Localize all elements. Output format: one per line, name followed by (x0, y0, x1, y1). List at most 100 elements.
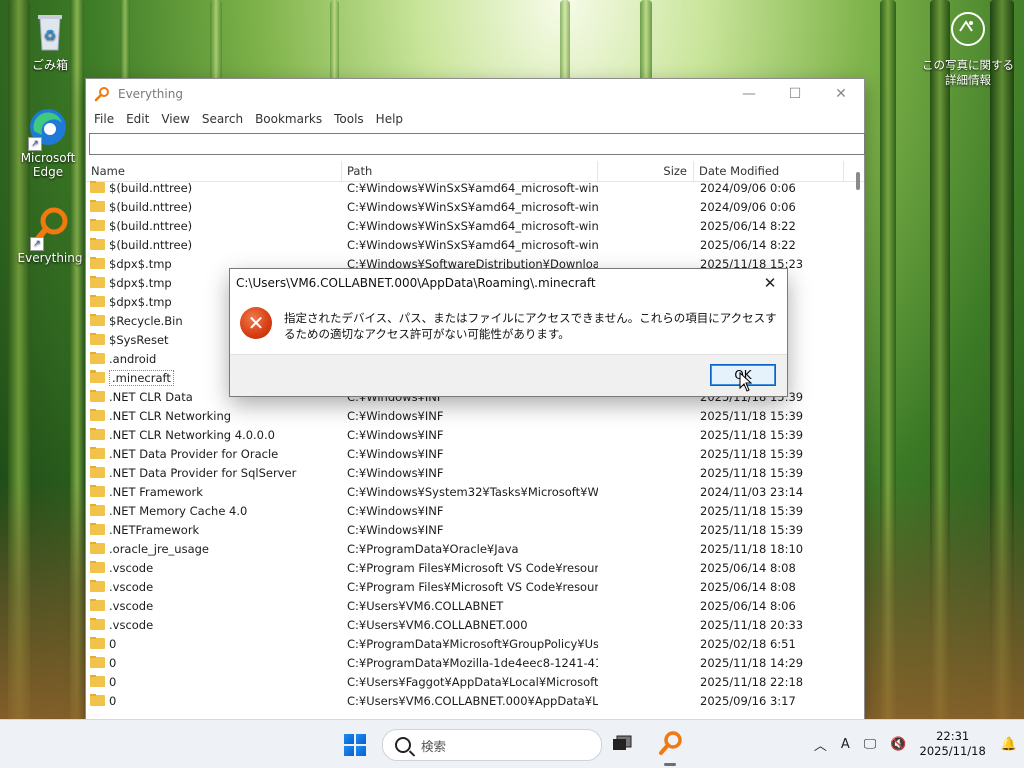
table-row[interactable]: 0 C:¥ProgramData¥Mozilla-1de4eec8-1241-41… (86, 653, 846, 672)
row-date: 2025/06/14 8:08 (700, 579, 796, 594)
folder-icon (90, 465, 105, 478)
close-button[interactable]: ✕ (818, 79, 864, 109)
folder-icon (90, 389, 105, 402)
clock[interactable]: 22:31 2025/11/18 (920, 729, 986, 759)
desktop-icon-edge[interactable]: ↗ Microsoft Edge (10, 105, 86, 179)
start-button[interactable] (344, 734, 366, 756)
menu-search[interactable]: Search (196, 112, 249, 126)
row-name: .NET CLR Data (109, 389, 193, 404)
row-name: .NET Framework (109, 484, 203, 499)
taskbar-search[interactable]: 検索 (382, 729, 602, 761)
dialog-footer: OK (230, 354, 787, 396)
folder-icon (90, 294, 105, 307)
table-row[interactable]: .NET Framework C:¥Windows¥System32¥Tasks¥… (86, 482, 846, 501)
table-row[interactable]: .oracle_jre_usage C:¥ProgramData¥Oracle¥J… (86, 539, 846, 558)
folder-icon (90, 541, 105, 554)
dialog-close-button[interactable]: ✕ (753, 274, 787, 292)
row-date: 2025/11/18 18:10 (700, 541, 804, 556)
desktop-icon-recycle-bin[interactable]: ♻ ごみ箱 (12, 10, 88, 73)
row-date: 2025/09/16 3:17 (700, 693, 796, 708)
folder-icon (90, 408, 105, 421)
row-path: C:¥Users¥VM6.COLLABNET.000 (347, 617, 528, 632)
table-row[interactable]: .NET Memory Cache 4.0 C:¥Windows¥INF 2025/… (86, 501, 846, 520)
camera-icon (951, 12, 985, 46)
menu-help[interactable]: Help (370, 112, 409, 126)
row-name: 0 (109, 655, 117, 670)
table-row[interactable]: $(build.nttree) C:¥Windows¥WinSxS¥amd64_m… (86, 178, 846, 197)
minimize-button[interactable]: — (726, 79, 772, 109)
taskbar: 検索 ︿ A 🖵 🔇 22:31 2025/11/18 🔔 (0, 719, 1024, 768)
table-row[interactable]: .vscode C:¥Program Files¥Microsoft VS Cod… (86, 577, 846, 596)
ime-indicator[interactable]: A (841, 737, 850, 752)
folder-icon (90, 370, 105, 383)
desktop-icon-label: Microsoft Edge (20, 151, 76, 179)
row-path: C:¥Windows¥System32¥Tasks¥Microsoft¥Win.… (347, 484, 598, 499)
table-row[interactable]: .vscode C:¥Users¥VM6.COLLABNET 2025/06/14 … (86, 596, 846, 615)
menu-edit[interactable]: Edit (120, 112, 155, 126)
row-name: 0 (109, 693, 117, 708)
network-icon[interactable]: 🖵 (864, 737, 877, 752)
table-row[interactable]: $(build.nttree) C:¥Windows¥WinSxS¥amd64_m… (86, 235, 846, 254)
table-row[interactable]: 0 C:¥Users¥Faggot¥AppData¥Local¥Microsoft… (86, 672, 846, 691)
menu-bookmarks[interactable]: Bookmarks (249, 112, 328, 126)
menu-view[interactable]: View (155, 112, 195, 126)
folder-icon (90, 503, 105, 516)
menu-file[interactable]: File (88, 112, 120, 126)
shortcut-arrow-icon: ↗ (28, 137, 42, 151)
folder-icon (90, 332, 105, 345)
row-name: .android (109, 351, 157, 366)
recycle-bin-icon: ♻ (28, 10, 72, 54)
table-row[interactable]: .NET CLR Networking C:¥Windows¥INF 2025/11… (86, 406, 846, 425)
table-row[interactable]: .NETFramework C:¥Windows¥INF 2025/11/18 15… (86, 520, 846, 539)
volume-muted-icon[interactable]: 🔇 (890, 737, 906, 752)
table-row[interactable]: .vscode C:¥Program Files¥Microsoft VS Cod… (86, 558, 846, 577)
menu-tools[interactable]: Tools (328, 112, 370, 126)
table-row[interactable]: $(build.nttree) C:¥Windows¥WinSxS¥amd64_m… (86, 197, 846, 216)
row-name: 0 (109, 674, 117, 689)
scrollbar-thumb[interactable] (856, 172, 860, 190)
row-path: C:¥Windows¥INF (347, 522, 444, 537)
table-row[interactable]: .vscode C:¥Users¥VM6.COLLABNET.000 2025/11… (86, 615, 846, 634)
photo-info-button[interactable]: この写真に関する詳細情報 (918, 12, 1018, 88)
folder-icon (90, 674, 105, 687)
row-name: .NET CLR Networking 4.0.0.0 (109, 427, 275, 442)
window-title: Everything (118, 87, 183, 101)
folder-icon (90, 560, 105, 573)
window-titlebar[interactable]: Everything — ☐ ✕ (86, 79, 864, 109)
row-name: $(build.nttree) (109, 180, 193, 195)
row-name: $dpx$.tmp (109, 256, 172, 271)
row-name: .minecraft (109, 369, 174, 386)
desktop-icon-everything[interactable]: ↗ Everything (12, 205, 88, 265)
folder-icon (90, 693, 105, 706)
row-date: 2025/06/14 8:22 (700, 218, 796, 233)
row-date: 2024/09/06 0:06 (700, 199, 796, 214)
table-row[interactable]: $(build.nttree) C:¥Windows¥WinSxS¥amd64_m… (86, 216, 846, 235)
row-date: 2025/06/14 8:06 (700, 598, 796, 613)
folder-icon (90, 655, 105, 668)
table-row[interactable]: 0 C:¥ProgramData¥Microsoft¥GroupPolicy¥Us… (86, 634, 846, 653)
dialog-titlebar[interactable]: C:\Users\VM6.COLLABNET.000\AppData\Roami… (230, 269, 787, 297)
search-input[interactable] (89, 133, 865, 155)
chevron-up-icon[interactable]: ︿ (814, 735, 827, 754)
table-row[interactable]: 0 C:¥Users¥VM6.COLLABNET.000¥AppData¥Loc.… (86, 691, 846, 710)
everything-window: Everything — ☐ ✕ File Edit View Search B… (86, 79, 865, 720)
maximize-button[interactable]: ☐ (772, 79, 818, 109)
table-row[interactable]: .NET Data Provider for Oracle C:¥Windows¥… (86, 444, 846, 463)
row-name: $dpx$.tmp (109, 275, 172, 290)
folder-icon (90, 427, 105, 440)
table-row[interactable]: .NET Data Provider for SqlServer C:¥Windo… (86, 463, 846, 482)
dialog-message: 指定されたデバイス、パス、またはファイルにアクセスできません。これらの項目にアク… (284, 311, 777, 341)
task-view-icon[interactable] (612, 735, 632, 751)
row-date: 2025/11/18 15:39 (700, 522, 804, 537)
row-date: 2025/02/18 6:51 (700, 636, 796, 651)
taskbar-everything-icon[interactable] (656, 730, 684, 766)
row-date: 2025/06/14 8:22 (700, 237, 796, 252)
row-name: .vscode (109, 617, 154, 632)
table-row[interactable]: .NET CLR Networking 4.0.0.0 C:¥Windows¥IN… (86, 425, 846, 444)
row-name: .NET Memory Cache 4.0 (109, 503, 248, 518)
notification-bell-icon[interactable]: 🔔 (1001, 737, 1017, 752)
row-path: C:¥Windows¥WinSxS¥amd64_microsoft-wind..… (347, 218, 598, 233)
system-tray: ︿ A 🖵 🔇 22:31 2025/11/18 🔔 (807, 720, 1024, 768)
row-name: .vscode (109, 598, 154, 613)
folder-icon (90, 522, 105, 535)
